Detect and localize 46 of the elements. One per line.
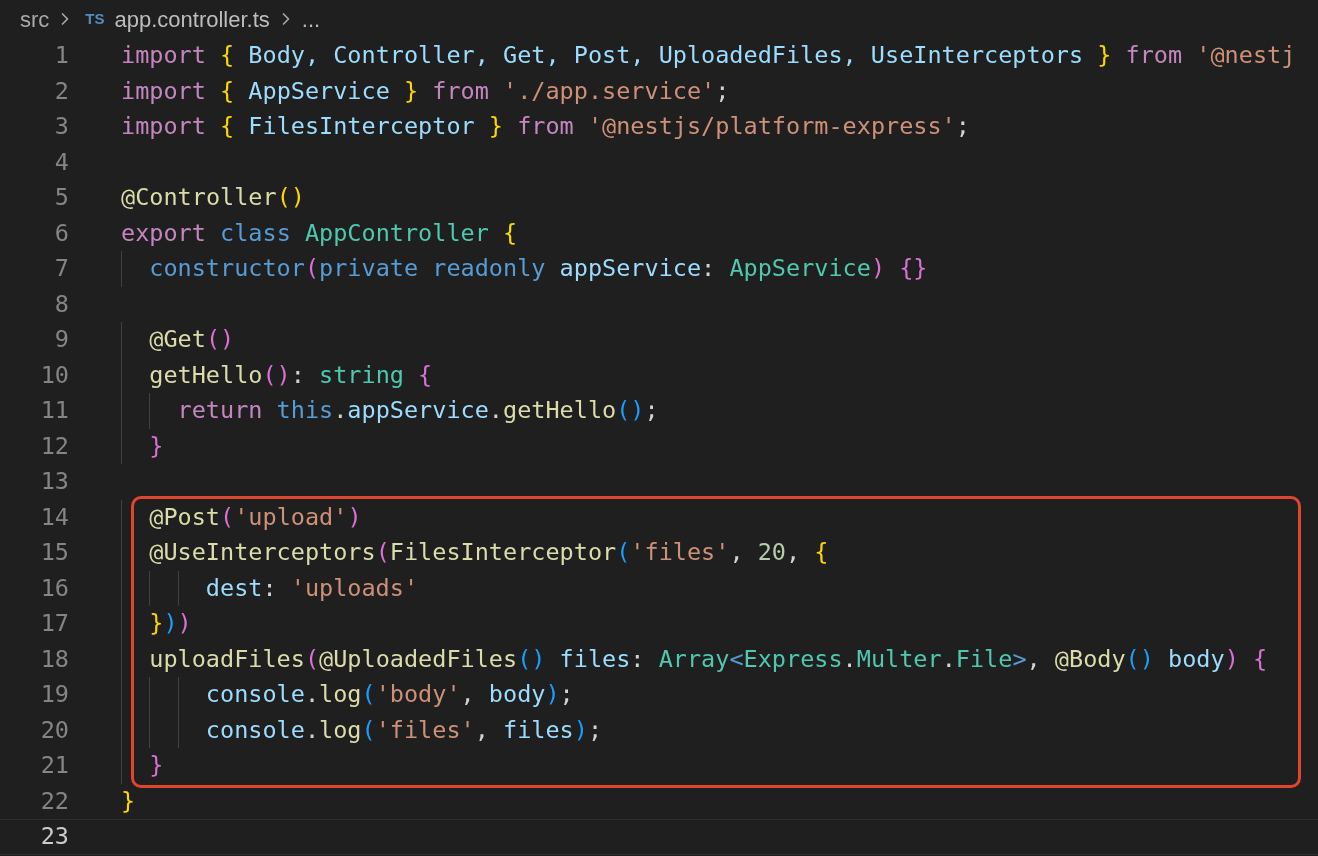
code-line: console.log('body', body); bbox=[205, 679, 574, 711]
line-number: 9 bbox=[54, 324, 69, 356]
code-line: } bbox=[121, 785, 136, 817]
line-number: 10 bbox=[40, 359, 69, 391]
line-number: 12 bbox=[40, 430, 69, 462]
line-number: 14 bbox=[40, 501, 69, 533]
line-number: 19 bbox=[40, 679, 69, 711]
breadcrumb-file[interactable]: app.controller.ts bbox=[114, 2, 270, 36]
code-line: export class AppController { bbox=[121, 217, 518, 249]
code-line: getHello(): string { bbox=[149, 359, 433, 391]
line-number: 22 bbox=[40, 785, 69, 817]
line-number: 11 bbox=[40, 395, 69, 427]
line-number: 3 bbox=[54, 111, 69, 143]
code-line: dest: 'uploads' bbox=[205, 572, 419, 604]
line-number: 17 bbox=[40, 608, 69, 640]
breadcrumb-more[interactable]: ... bbox=[301, 2, 321, 36]
code-line: console.log('files', files); bbox=[205, 714, 603, 746]
line-number: 6 bbox=[54, 217, 69, 249]
code-line: @Post('upload') bbox=[149, 501, 362, 533]
code-line: import { FilesInterceptor } from '@nestjs/platform-express'; bbox=[121, 111, 970, 143]
code-line: uploadFiles(@UploadedFiles() files: Array<Express.Multer.File>, @Body() body) { bbox=[149, 643, 1268, 675]
line-number: 8 bbox=[54, 288, 69, 320]
code-line: @Get() bbox=[149, 324, 235, 356]
breadcrumb-folder[interactable]: src bbox=[20, 2, 50, 36]
line-number: 7 bbox=[54, 253, 69, 285]
line-number: 5 bbox=[54, 182, 69, 214]
code-line: })) bbox=[149, 608, 192, 640]
line-number: 18 bbox=[40, 643, 69, 675]
line-number: 1 bbox=[54, 40, 69, 72]
line-number: 15 bbox=[40, 537, 69, 569]
code-line: } bbox=[149, 430, 164, 462]
typescript-label: TS bbox=[85, 8, 105, 29]
line-number: 16 bbox=[40, 572, 69, 604]
code-line: constructor(private readonly appService: AppService) {} bbox=[149, 253, 928, 285]
line-number: 20 bbox=[40, 714, 69, 746]
line-number: 4 bbox=[54, 146, 69, 178]
line-number: 23 bbox=[40, 821, 69, 853]
code-line: return this.appService.getHello(); bbox=[177, 395, 659, 427]
code-line: } bbox=[149, 750, 164, 782]
line-number: 21 bbox=[40, 750, 69, 782]
code-line: @Controller() bbox=[121, 182, 305, 214]
code-line: @UseInterceptors(FilesInterceptor('files', 20, { bbox=[149, 537, 829, 569]
code-line: import { AppService } from './app.service'; bbox=[121, 75, 730, 107]
code-line: import { Body, Controller, Get, Post, UploadedFiles, UseInterceptors } from '@nestj bbox=[121, 40, 1296, 72]
line-number: 2 bbox=[54, 75, 69, 107]
line-number: 13 bbox=[40, 466, 69, 498]
